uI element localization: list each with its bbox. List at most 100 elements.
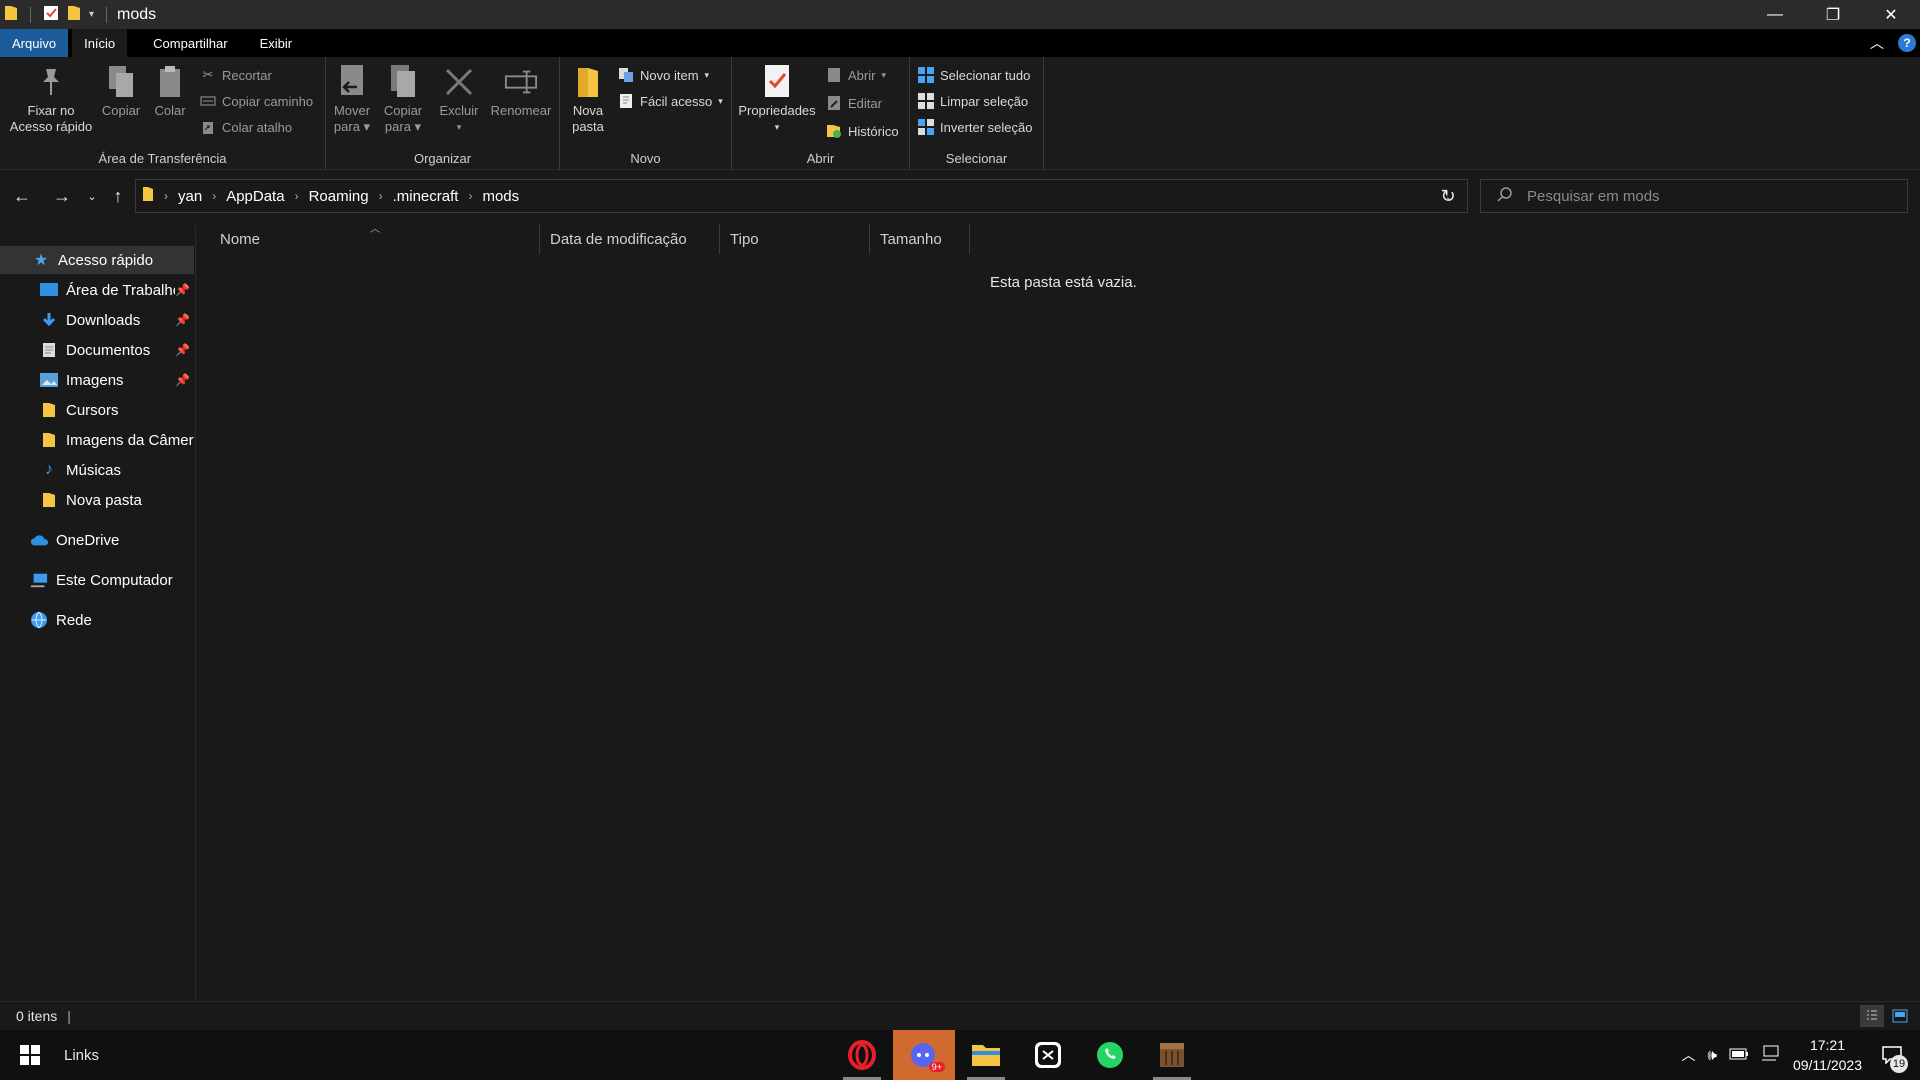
copy-to-button[interactable]: Copiar para ▾ bbox=[380, 63, 426, 135]
separator bbox=[106, 6, 108, 23]
history-button[interactable]: Histórico bbox=[826, 121, 899, 141]
breadcrumb-appdata[interactable]: AppData bbox=[226, 188, 284, 205]
column-size[interactable]: Tamanho bbox=[870, 224, 970, 254]
back-button[interactable]: ← bbox=[10, 184, 34, 208]
open-button[interactable]: Abrir ▾ bbox=[826, 65, 886, 85]
copy-path-label: Copiar caminho bbox=[222, 93, 314, 109]
action-center-button[interactable]: 19 bbox=[1874, 1037, 1910, 1073]
forward-button[interactable]: → bbox=[50, 184, 74, 208]
nav-pictures[interactable]: Imagens 📌 bbox=[0, 366, 194, 394]
delete-button[interactable]: Excluir ▾ bbox=[436, 63, 482, 135]
nav-onedrive[interactable]: OneDrive bbox=[0, 526, 194, 554]
open-icon bbox=[826, 67, 842, 83]
nav-label: Imagens bbox=[66, 371, 124, 389]
rename-button[interactable]: Renomear bbox=[488, 63, 554, 119]
tab-exibir[interactable]: Exibir bbox=[248, 29, 305, 57]
breadcrumb-roaming[interactable]: Roaming bbox=[309, 188, 369, 205]
column-name[interactable]: Nome ︿ bbox=[210, 224, 540, 254]
help-icon[interactable]: ? bbox=[1898, 34, 1916, 52]
tab-inicio[interactable]: Início bbox=[72, 29, 128, 57]
nav-new-folder[interactable]: Nova pasta bbox=[0, 486, 194, 514]
recent-locations-button[interactable]: ⌄ bbox=[80, 184, 104, 208]
refresh-button[interactable]: ↻ bbox=[1436, 184, 1460, 208]
nav-cursors[interactable]: Cursors bbox=[0, 396, 194, 424]
paste-shortcut-button[interactable]: Colar atalho bbox=[200, 117, 292, 137]
minecraft-launcher-taskbar-icon[interactable] bbox=[1141, 1030, 1203, 1080]
ribbon-tabs: Arquivo Início Compartilhar Exibir ︿ ? bbox=[0, 29, 1920, 57]
search-input[interactable] bbox=[1527, 187, 1887, 205]
links-toolbar[interactable]: Links bbox=[64, 1047, 99, 1064]
large-icons-view-icon[interactable] bbox=[1888, 1005, 1912, 1027]
nav-desktop[interactable]: Área de Trabalho 📌 bbox=[0, 276, 194, 304]
network-status-icon[interactable] bbox=[1761, 1045, 1781, 1065]
search-box[interactable] bbox=[1480, 179, 1908, 213]
cut-button[interactable]: ✂ Recortar bbox=[200, 65, 272, 85]
copy-button[interactable]: Copiar bbox=[98, 63, 144, 119]
delete-dropdown-icon[interactable]: ▾ bbox=[457, 119, 462, 135]
file-explorer-taskbar-icon[interactable] bbox=[955, 1030, 1017, 1080]
address-bar[interactable]: › yan › AppData › Roaming › .minecraft ›… bbox=[135, 179, 1468, 213]
nav-downloads[interactable]: Downloads 📌 bbox=[0, 306, 194, 334]
nav-documents[interactable]: Documentos 📌 bbox=[0, 336, 194, 364]
nav-quick-access[interactable]: ★ Acesso rápido bbox=[0, 246, 194, 274]
copy-to-label-1: Copiar bbox=[383, 103, 423, 118]
easy-access-button[interactable]: Fácil acesso ▾ bbox=[618, 91, 723, 111]
opera-taskbar-icon[interactable] bbox=[831, 1030, 893, 1080]
customize-qat-icon[interactable]: ▾ bbox=[89, 9, 94, 20]
copy-to-icon bbox=[386, 63, 420, 101]
pin-label-1: Fixar no bbox=[27, 103, 75, 118]
move-label-1: Mover bbox=[333, 103, 371, 118]
invert-selection-button[interactable]: Inverter seleção bbox=[918, 117, 1033, 137]
music-note-icon: ♪ bbox=[45, 461, 53, 478]
new-folder-button[interactable]: Nova pasta bbox=[566, 63, 610, 135]
pin-icon: 📌 bbox=[175, 343, 190, 357]
battery-icon[interactable] bbox=[1729, 1047, 1749, 1064]
view-buttons bbox=[1860, 1005, 1912, 1027]
select-none-button[interactable]: Limpar seleção bbox=[918, 91, 1028, 111]
properties-icon[interactable] bbox=[43, 5, 59, 25]
clock[interactable]: 17:21 09/11/2023 bbox=[1793, 1035, 1862, 1075]
close-button[interactable]: ✕ bbox=[1862, 0, 1920, 29]
invert-selection-label: Inverter seleção bbox=[940, 119, 1033, 135]
edit-button[interactable]: Editar bbox=[826, 93, 882, 113]
breadcrumb-yan[interactable]: yan bbox=[178, 188, 202, 205]
properties-dropdown-icon[interactable]: ▾ bbox=[775, 119, 780, 135]
minimize-button[interactable]: — bbox=[1746, 0, 1804, 29]
pin-quick-access-button[interactable]: Fixar no Acesso rápido bbox=[8, 63, 94, 135]
column-modified[interactable]: Data de modificação bbox=[540, 224, 720, 254]
capcut-taskbar-icon[interactable] bbox=[1017, 1030, 1079, 1080]
navigation-pane: ★ Acesso rápido Área de Trabalho 📌 Downl… bbox=[0, 226, 196, 1000]
nav-network[interactable]: Rede bbox=[0, 606, 194, 634]
select-all-button[interactable]: Selecionar tudo bbox=[918, 65, 1030, 85]
properties-button[interactable]: Propriedades ▾ bbox=[736, 63, 818, 135]
whatsapp-taskbar-icon[interactable] bbox=[1079, 1030, 1141, 1080]
paste-button[interactable]: Colar bbox=[148, 63, 192, 119]
show-hidden-icons[interactable]: ︿ bbox=[1682, 1045, 1696, 1065]
new-folder-icon[interactable] bbox=[67, 5, 81, 25]
chevron-right-icon: › bbox=[212, 189, 217, 203]
tab-arquivo[interactable]: Arquivo bbox=[0, 29, 69, 57]
separator bbox=[30, 6, 31, 23]
discord-taskbar-icon[interactable]: 9+ bbox=[893, 1030, 955, 1080]
window-title: mods bbox=[117, 5, 157, 23]
breadcrumb-minecraft[interactable]: .minecraft bbox=[393, 188, 459, 205]
copy-path-button[interactable]: Copiar caminho bbox=[200, 91, 313, 111]
up-button[interactable]: ↑ bbox=[106, 184, 130, 208]
folder-icon bbox=[4, 5, 18, 25]
maximize-button[interactable]: ❐ bbox=[1804, 0, 1862, 29]
breadcrumb-mods[interactable]: mods bbox=[482, 188, 519, 205]
start-button[interactable] bbox=[0, 1030, 60, 1080]
move-to-button[interactable]: Mover para ▾ bbox=[330, 63, 374, 135]
details-view-icon[interactable] bbox=[1860, 1005, 1884, 1027]
column-type[interactable]: Tipo bbox=[720, 224, 870, 254]
nav-music[interactable]: ♪ Músicas bbox=[0, 456, 194, 484]
nav-this-pc[interactable]: Este Computador bbox=[0, 566, 194, 594]
tab-compartilhar[interactable]: Compartilhar bbox=[141, 29, 239, 57]
history-label: Histórico bbox=[848, 123, 899, 139]
move-label-2: para ▾ bbox=[333, 119, 371, 134]
collapse-ribbon-icon[interactable]: ︿ bbox=[1870, 33, 1884, 53]
nav-label: Este Computador bbox=[56, 571, 173, 589]
new-item-button[interactable]: Novo item ▾ bbox=[618, 65, 709, 85]
volume-icon[interactable]: 🕪 bbox=[1708, 1047, 1717, 1064]
nav-camera-roll[interactable]: Imagens da Câmera bbox=[0, 426, 194, 454]
